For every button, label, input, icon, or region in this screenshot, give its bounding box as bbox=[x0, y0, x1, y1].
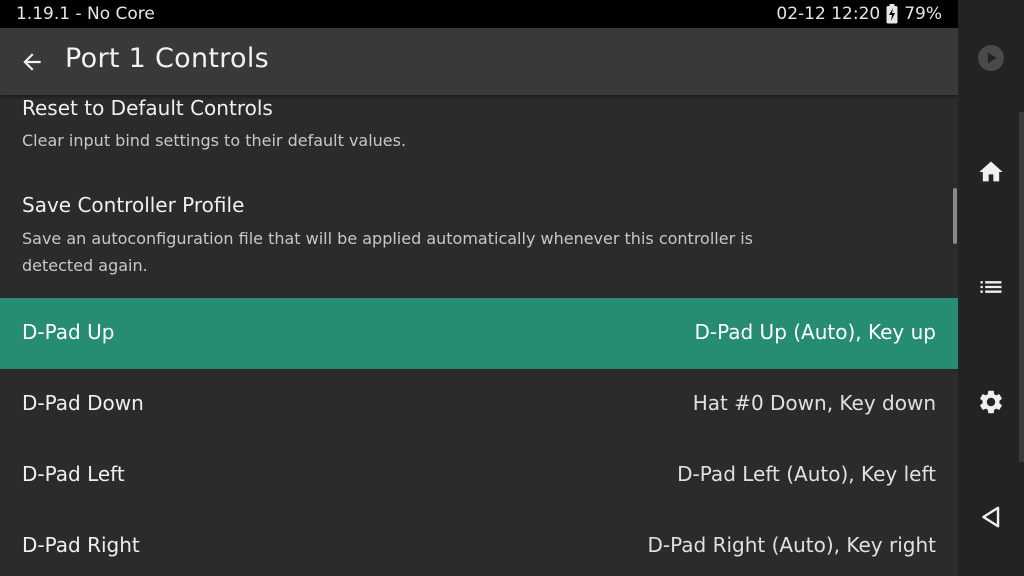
back-triangle-icon bbox=[982, 506, 1000, 528]
bind-value: D-Pad Up (Auto), Key up bbox=[694, 320, 936, 344]
pref-summary: Clear input bind settings to their defau… bbox=[22, 131, 407, 150]
settings-button[interactable] bbox=[970, 381, 1012, 423]
bind-row-dpad-up[interactable]: D-Pad Up D-Pad Up (Auto), Key up bbox=[0, 298, 958, 369]
scrollbar-thumb[interactable] bbox=[953, 188, 957, 244]
battery-percent-text: 79% bbox=[904, 4, 942, 24]
bind-label: D-Pad Up bbox=[22, 320, 115, 344]
navbar-edge bbox=[1019, 112, 1024, 462]
bind-row-dpad-left[interactable]: D-Pad Left D-Pad Left (Auto), Key left bbox=[0, 440, 958, 511]
pref-title: Save Controller Profile bbox=[22, 193, 245, 217]
bind-value: D-Pad Left (Auto), Key left bbox=[677, 462, 936, 486]
app-screen: 1.19.1 - No Core 02-12 12:20 79% Port 1 … bbox=[0, 0, 958, 576]
bind-label: D-Pad Down bbox=[22, 391, 144, 415]
back-button[interactable] bbox=[14, 44, 50, 80]
settings-list[interactable]: Reset to Default Controls Clear input bi… bbox=[0, 95, 958, 576]
save-controller-profile-item[interactable]: Save Controller Profile Save an autoconf… bbox=[0, 181, 958, 298]
bind-value: Hat #0 Down, Key down bbox=[692, 391, 936, 415]
play-icon bbox=[978, 45, 1004, 71]
bind-row-dpad-down[interactable]: D-Pad Down Hat #0 Down, Key down bbox=[0, 369, 958, 440]
home-button[interactable] bbox=[970, 151, 1012, 193]
pref-summary: Save an autoconfiguration file that will… bbox=[22, 229, 754, 275]
status-bar: 1.19.1 - No Core 02-12 12:20 79% bbox=[0, 0, 958, 28]
status-right: 02-12 12:20 79% bbox=[776, 4, 942, 24]
menu-list-button[interactable] bbox=[970, 266, 1012, 308]
pref-title: Reset to Default Controls bbox=[22, 96, 273, 120]
gear-icon bbox=[980, 390, 1002, 414]
resume-button[interactable] bbox=[970, 37, 1012, 79]
bind-row-dpad-right[interactable]: D-Pad Right D-Pad Right (Auto), Key righ… bbox=[0, 511, 958, 576]
list-icon bbox=[980, 281, 1002, 293]
app-bar: Port 1 Controls bbox=[0, 28, 958, 95]
datetime-text: 02-12 12:20 bbox=[776, 4, 881, 24]
system-back-button[interactable] bbox=[970, 496, 1012, 538]
app-status-text: 1.19.1 - No Core bbox=[16, 4, 155, 24]
side-navigation-bar bbox=[958, 0, 1024, 576]
page-title: Port 1 Controls bbox=[65, 43, 270, 74]
bind-label: D-Pad Left bbox=[22, 462, 125, 486]
home-icon bbox=[979, 161, 1003, 182]
bind-label: D-Pad Right bbox=[22, 533, 140, 557]
reset-default-controls-item[interactable]: Reset to Default Controls Clear input bi… bbox=[0, 95, 958, 181]
battery-charging-icon bbox=[886, 4, 898, 24]
arrow-left-icon bbox=[23, 53, 41, 71]
bind-value: D-Pad Right (Auto), Key right bbox=[647, 533, 936, 557]
